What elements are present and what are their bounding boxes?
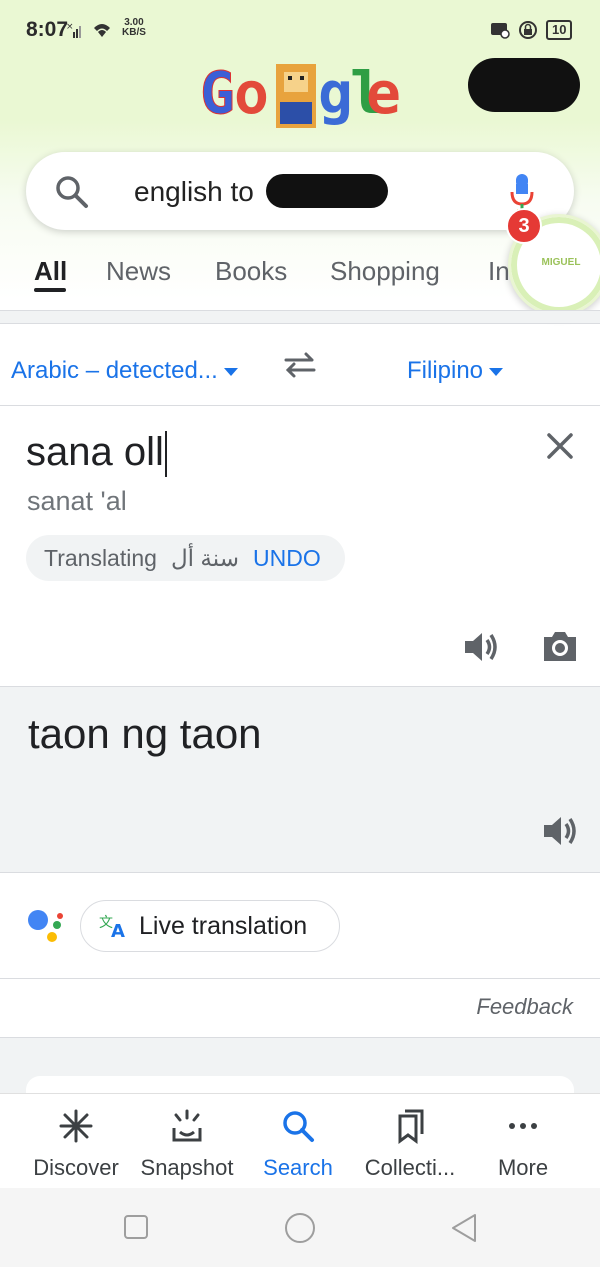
- bottom-navigation: Discover Snapshot Search Collecti... Mor…: [0, 1093, 600, 1189]
- recent-apps-icon[interactable]: [123, 1214, 149, 1240]
- target-language-label: Filipino: [407, 357, 484, 384]
- status-time: 8:07: [26, 18, 69, 41]
- svg-text:e: e: [366, 59, 399, 127]
- translation-output: taon ng taon: [28, 710, 262, 757]
- tab-news[interactable]: News: [106, 256, 171, 287]
- more-icon: [509, 1123, 537, 1129]
- redacted-query: [266, 174, 388, 208]
- nav-more[interactable]: More: [463, 1108, 583, 1181]
- svg-text:G: G: [200, 59, 233, 127]
- nav-collections[interactable]: Collecti...: [350, 1108, 470, 1181]
- lock-rotation-icon: [519, 21, 537, 39]
- snapshot-icon: [172, 1109, 202, 1142]
- chip-prefix: Translating: [44, 544, 157, 571]
- status-right-icons: 10: [490, 20, 573, 40]
- nav-search-label: Search: [263, 1155, 333, 1180]
- tab-shopping[interactable]: Shopping: [330, 256, 440, 287]
- svg-text:×: ×: [66, 22, 74, 32]
- live-translation-label: Live translation: [139, 911, 308, 940]
- speed-unit: KB/S: [122, 27, 146, 38]
- output-speaker-icon[interactable]: [541, 812, 579, 850]
- network-speed: 3.00 KB/S: [122, 18, 146, 38]
- source-text: sana oll: [26, 430, 164, 474]
- google-assistant-icon[interactable]: [26, 908, 68, 944]
- nav-snapshot[interactable]: Snapshot: [127, 1108, 247, 1181]
- source-text-input[interactable]: sana oll: [26, 430, 167, 478]
- nav-collections-label: Collecti...: [364, 1155, 456, 1180]
- battery-level: 10: [546, 20, 573, 40]
- output-bottom-divider: [0, 872, 600, 873]
- search-tabs: All News Books Shopping In: [0, 252, 600, 302]
- notification-badge: 3: [506, 208, 542, 244]
- source-language-select[interactable]: Arabic – detected...: [11, 357, 238, 385]
- nav-discover-label: Discover: [33, 1155, 119, 1180]
- doodle-logo-graphic: G o g l e: [200, 59, 401, 128]
- source-language-label: Arabic – detected...: [11, 357, 218, 384]
- nav-search[interactable]: Search: [238, 1108, 358, 1181]
- swap-languages-icon[interactable]: [282, 350, 318, 380]
- svg-text:o: o: [234, 59, 267, 127]
- lang-row-divider: [0, 405, 600, 406]
- output-top-divider: [0, 686, 600, 687]
- feedback-link[interactable]: Feedback: [476, 994, 573, 1020]
- chevron-down-icon: [489, 367, 504, 376]
- close-icon[interactable]: [545, 431, 575, 461]
- svg-text:A: A: [111, 921, 125, 939]
- svg-text:g: g: [318, 59, 351, 127]
- cast-icon: [491, 23, 510, 39]
- search-icon: [56, 176, 88, 208]
- camera-icon[interactable]: [541, 628, 579, 664]
- nav-snapshot-label: Snapshot: [140, 1155, 234, 1180]
- text-cursor: [164, 431, 167, 478]
- tab-books[interactable]: Books: [215, 256, 287, 287]
- nav-discover[interactable]: Discover: [16, 1108, 136, 1181]
- google-doodle-logo[interactable]: G o g l e: [200, 58, 401, 138]
- live-translation-button[interactable]: 文 A Live translation: [80, 900, 340, 952]
- search-icon: [283, 1111, 314, 1142]
- section-gap: [0, 311, 600, 323]
- target-language-select[interactable]: Filipino: [407, 357, 504, 385]
- redacted-avatar: [468, 58, 580, 112]
- search-bar[interactable]: english to: [26, 152, 574, 230]
- back-icon[interactable]: [450, 1212, 478, 1244]
- card-top-divider: [0, 323, 600, 324]
- search-query[interactable]: english to: [134, 176, 254, 208]
- undo-button[interactable]: UNDO: [253, 545, 321, 572]
- nav-more-label: More: [497, 1155, 549, 1180]
- feedback-divider: [0, 978, 600, 979]
- active-tab-indicator: [34, 288, 66, 292]
- translating-chip: Translating سنة أل UNDO: [26, 535, 345, 581]
- chevron-down-icon: [223, 367, 238, 376]
- discover-icon: [59, 1109, 93, 1143]
- translate-icon: 文 A: [99, 915, 125, 939]
- tab-more-partial[interactable]: In: [488, 256, 510, 287]
- system-navigation-bar: [0, 1188, 600, 1267]
- home-icon[interactable]: [284, 1212, 316, 1244]
- speaker-icon[interactable]: [462, 628, 500, 666]
- chip-arabic-text: سنة أل: [170, 544, 239, 571]
- collections-icon: [398, 1109, 424, 1144]
- tab-all[interactable]: All: [34, 256, 67, 287]
- transliteration: sanat 'al: [27, 486, 127, 516]
- signal-icon: ×: [66, 20, 114, 43]
